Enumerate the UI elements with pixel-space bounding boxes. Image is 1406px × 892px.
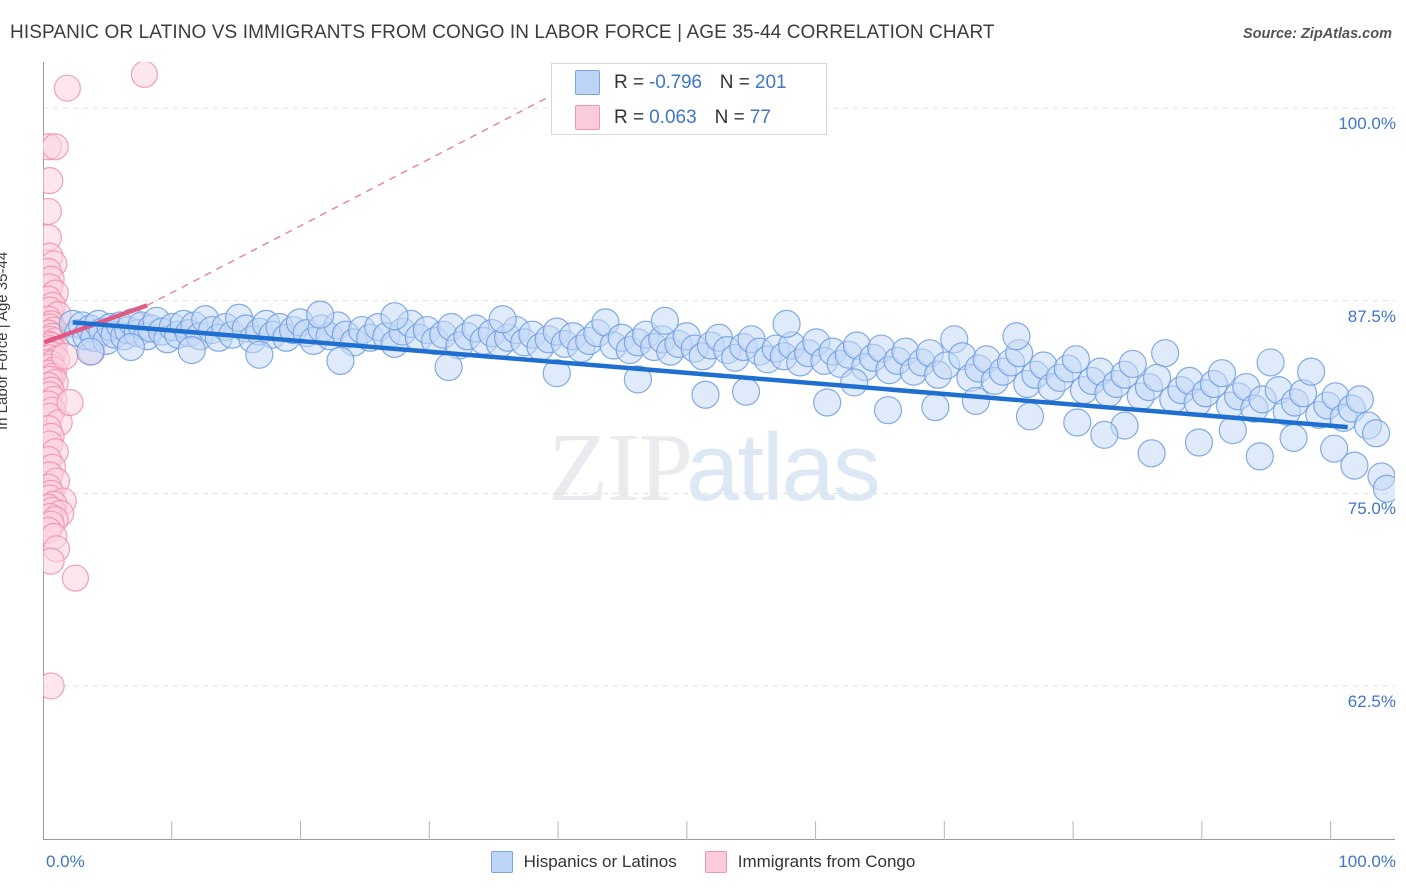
data-point: [1372, 474, 1395, 503]
data-point: [43, 133, 69, 161]
data-point: [1151, 339, 1180, 368]
legend-n-label-pink: N =: [714, 106, 745, 128]
data-point: [130, 62, 158, 88]
data-point: [1002, 322, 1031, 351]
correlation-chart-root: HISPANIC OR LATINO VS IMMIGRANTS FROM CO…: [0, 0, 1406, 892]
legend-r-value-blue: -0.796: [649, 71, 702, 93]
series-legend: Hispanics or Latinos Immigrants from Con…: [0, 851, 1406, 873]
data-point: [306, 300, 335, 329]
data-point: [1137, 439, 1166, 468]
data-point: [731, 377, 761, 406]
series-legend-item-congo[interactable]: Immigrants from Congo: [704, 851, 916, 873]
series-label-hispanics: Hispanics or Latinos: [523, 852, 677, 871]
data-point: [53, 74, 81, 102]
data-point: [380, 302, 409, 331]
data-point: [840, 368, 869, 397]
series-swatch-hispanics: [490, 851, 513, 873]
legend-n-value-pink: 77: [749, 106, 771, 128]
data-point: [650, 306, 680, 335]
data-point: [326, 346, 355, 375]
data-point: [1207, 359, 1237, 388]
stats-legend-row-pink: R = 0.063 N = 77: [552, 101, 826, 134]
data-point: [76, 337, 105, 366]
legend-n-value-blue: 201: [754, 71, 787, 93]
y-axis-tick: 87.5%: [1347, 306, 1396, 326]
data-point: [1361, 419, 1391, 448]
trendline-pink-projection: [146, 92, 558, 307]
scatter-canvas: [43, 62, 1395, 840]
data-point: [1256, 348, 1285, 377]
data-point: [43, 547, 65, 575]
data-point: [1297, 357, 1326, 386]
y-axis-tick: 62.5%: [1347, 691, 1396, 711]
data-point: [43, 167, 64, 195]
source-attribution: Source: ZipAtlas.com: [1242, 26, 1392, 42]
data-point: [873, 396, 903, 425]
legend-swatch-blue: [575, 70, 600, 95]
data-point: [116, 332, 145, 362]
data-point: [56, 388, 84, 417]
data-point: [43, 672, 65, 700]
data-point: [1063, 408, 1092, 437]
data-point: [1245, 442, 1274, 471]
data-point: [772, 309, 801, 339]
legend-r-label-blue: R =: [614, 71, 645, 93]
data-point: [1279, 423, 1308, 453]
series-points-hispanics-or-latinos: [58, 300, 1395, 503]
data-point: [1184, 428, 1214, 457]
legend-n-label-blue: N =: [719, 71, 750, 93]
series-swatch-congo: [704, 851, 727, 873]
data-point: [961, 386, 990, 416]
stats-legend-row-blue: R = -0.796 N = 201: [552, 66, 826, 99]
data-point: [1090, 420, 1119, 449]
series-points-immigrants-from-congo: [43, 62, 158, 700]
data-point: [177, 335, 206, 365]
data-point: [1218, 416, 1247, 445]
data-point: [51, 342, 79, 370]
data-point: [1015, 402, 1045, 431]
stats-legend: R = -0.796 N = 201 R = 0.063 N = 77: [551, 63, 827, 135]
series-legend-item-hispanics[interactable]: Hispanics or Latinos: [490, 851, 677, 873]
legend-r-label-pink: R =: [614, 106, 645, 128]
y-axis-label: In Labor Force | Age 35-44: [0, 251, 11, 430]
y-axis-tick: 75.0%: [1347, 499, 1396, 519]
data-point: [245, 340, 274, 369]
data-point: [921, 392, 950, 422]
data-point: [813, 388, 842, 417]
data-point: [61, 564, 90, 592]
plot-area: [43, 62, 1395, 840]
legend-r-value-pink: 0.063: [649, 106, 697, 128]
data-point: [43, 197, 63, 226]
data-point: [1118, 349, 1147, 379]
data-point: [691, 380, 720, 409]
data-point: [1340, 451, 1369, 480]
data-point: [434, 352, 463, 382]
series-label-congo: Immigrants from Congo: [737, 852, 916, 871]
data-point: [1345, 385, 1374, 414]
data-point: [488, 305, 517, 334]
page-title: HISPANIC OR LATINO VS IMMIGRANTS FROM CO…: [10, 22, 995, 43]
legend-swatch-pink: [575, 105, 600, 130]
y-axis-tick: 100.0%: [1338, 114, 1396, 134]
